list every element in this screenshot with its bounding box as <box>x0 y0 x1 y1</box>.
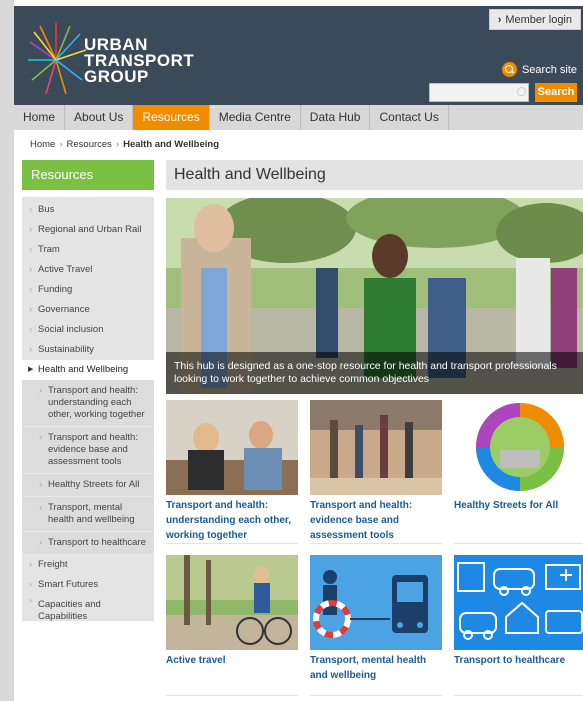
breadcrumb-resources[interactable]: Resources <box>67 139 112 150</box>
search-label: Search site <box>501 62 577 77</box>
breadcrumb-separator-icon: › <box>115 139 120 150</box>
sidebar-item-funding[interactable]: Funding <box>22 280 154 300</box>
tile-image[interactable] <box>166 555 298 650</box>
sidebar-item-smart-futures[interactable]: Smart Futures <box>22 575 154 595</box>
breadcrumb-separator-icon: › <box>59 139 63 150</box>
tile-image[interactable] <box>454 400 583 495</box>
tile-label[interactable]: Transport to healthcare <box>454 653 583 668</box>
tile-evidence-base[interactable]: Transport and health: evidence base and … <box>310 400 442 543</box>
tile-divider <box>166 695 298 696</box>
tile-divider <box>454 543 583 544</box>
sidebar-item-regional-urban-rail[interactable]: Regional and Urban Rail <box>22 220 154 240</box>
tile-image[interactable] <box>166 400 298 495</box>
page-title: Health and Wellbeing <box>174 166 326 183</box>
tile-divider <box>310 695 442 696</box>
sidebar-item-sustainability[interactable]: Sustainability <box>22 340 154 360</box>
sidebar-subitem-evidence-base[interactable]: Transport and health: evidence base and … <box>22 427 154 474</box>
search-input[interactable] <box>429 83 529 102</box>
sidebar-subitem-mental-health[interactable]: Transport, mental health and wellbeing <box>22 497 154 532</box>
nav-about-us[interactable]: About Us <box>65 105 134 130</box>
member-login-button[interactable]: › Member login <box>488 9 581 30</box>
tile-divider <box>310 543 442 544</box>
nav-resources[interactable]: Resources <box>133 105 210 130</box>
tile-label[interactable]: Transport, mental health and wellbeing <box>310 653 442 683</box>
sidebar-subitem-healthy-streets[interactable]: Healthy Streets for All <box>22 474 154 497</box>
clear-search-icon[interactable] <box>517 87 526 96</box>
tile-image[interactable] <box>454 555 583 650</box>
sidebar-heading[interactable]: Resources <box>22 160 154 190</box>
search-button[interactable]: Search <box>535 83 577 102</box>
page-left-border <box>0 0 14 701</box>
tile-divider <box>166 543 298 544</box>
member-login-label: Member login <box>505 14 572 26</box>
tile-divider <box>454 695 583 696</box>
nav-media-centre[interactable]: Media Centre <box>210 105 301 130</box>
sidebar-item-governance[interactable]: Governance <box>22 300 154 320</box>
sidebar-menu: Bus Regional and Urban Rail Tram Active … <box>22 197 154 622</box>
main-nav: Home About Us Resources Media Centre Dat… <box>14 105 583 130</box>
sidebar-item-social-inclusion[interactable]: Social inclusion <box>22 320 154 340</box>
nav-home[interactable]: Home <box>14 105 66 130</box>
sidebar-subitem-healthcare[interactable]: Transport to healthcare <box>22 532 154 555</box>
sidebar-item-health-wellbeing[interactable]: Health and Wellbeing <box>22 360 154 380</box>
tile-healthy-streets[interactable]: Healthy Streets for All <box>454 400 583 513</box>
sidebar-item-bus[interactable]: Bus <box>22 200 154 220</box>
sidebar-item-freight[interactable]: Freight <box>22 555 154 575</box>
site-header: › Member login URBAN TRANSPORT GROUP Sear… <box>14 6 583 105</box>
nav-contact-us[interactable]: Contact Us <box>370 105 449 130</box>
breadcrumb: Home › Resources › Health and Wellbeing <box>30 139 219 150</box>
tile-image[interactable] <box>310 400 442 495</box>
search-icon <box>501 62 517 77</box>
tile-understanding[interactable]: Transport and health: understanding each… <box>166 400 298 543</box>
page-title-bar: Health and Wellbeing <box>166 160 583 190</box>
chevron-right-icon: › <box>497 14 502 26</box>
hero-image: This hub is designed as a one-stop resou… <box>166 198 583 394</box>
tile-image[interactable] <box>310 555 442 650</box>
tile-active-travel[interactable]: Active travel <box>166 555 298 668</box>
breadcrumb-home[interactable]: Home <box>30 139 55 150</box>
tile-label[interactable]: Transport and health: understanding each… <box>166 498 298 543</box>
sidebar-item-capacities[interactable]: Capacities and Capabilities <box>22 595 154 627</box>
tile-label[interactable]: Transport and health: evidence base and … <box>310 498 442 543</box>
tile-mental-health[interactable]: Transport, mental health and wellbeing <box>310 555 442 683</box>
search-label-text: Search site <box>521 63 577 76</box>
logo-wordmark: URBAN TRANSPORT GROUP <box>84 36 194 86</box>
sidebar-subitem-understanding[interactable]: Transport and health: understanding each… <box>22 380 154 427</box>
tile-label[interactable]: Healthy Streets for All <box>454 498 583 513</box>
breadcrumb-current: Health and Wellbeing <box>123 139 219 150</box>
nav-data-hub[interactable]: Data Hub <box>301 105 371 130</box>
tile-healthcare[interactable]: Transport to healthcare <box>454 555 583 668</box>
tile-label[interactable]: Active travel <box>166 653 298 668</box>
sidebar-item-active-travel[interactable]: Active Travel <box>22 260 154 280</box>
hero-caption: This hub is designed as a one-stop resou… <box>166 352 583 394</box>
sidebar-item-tram[interactable]: Tram <box>22 240 154 260</box>
logo-line-3: GROUP <box>84 67 149 86</box>
